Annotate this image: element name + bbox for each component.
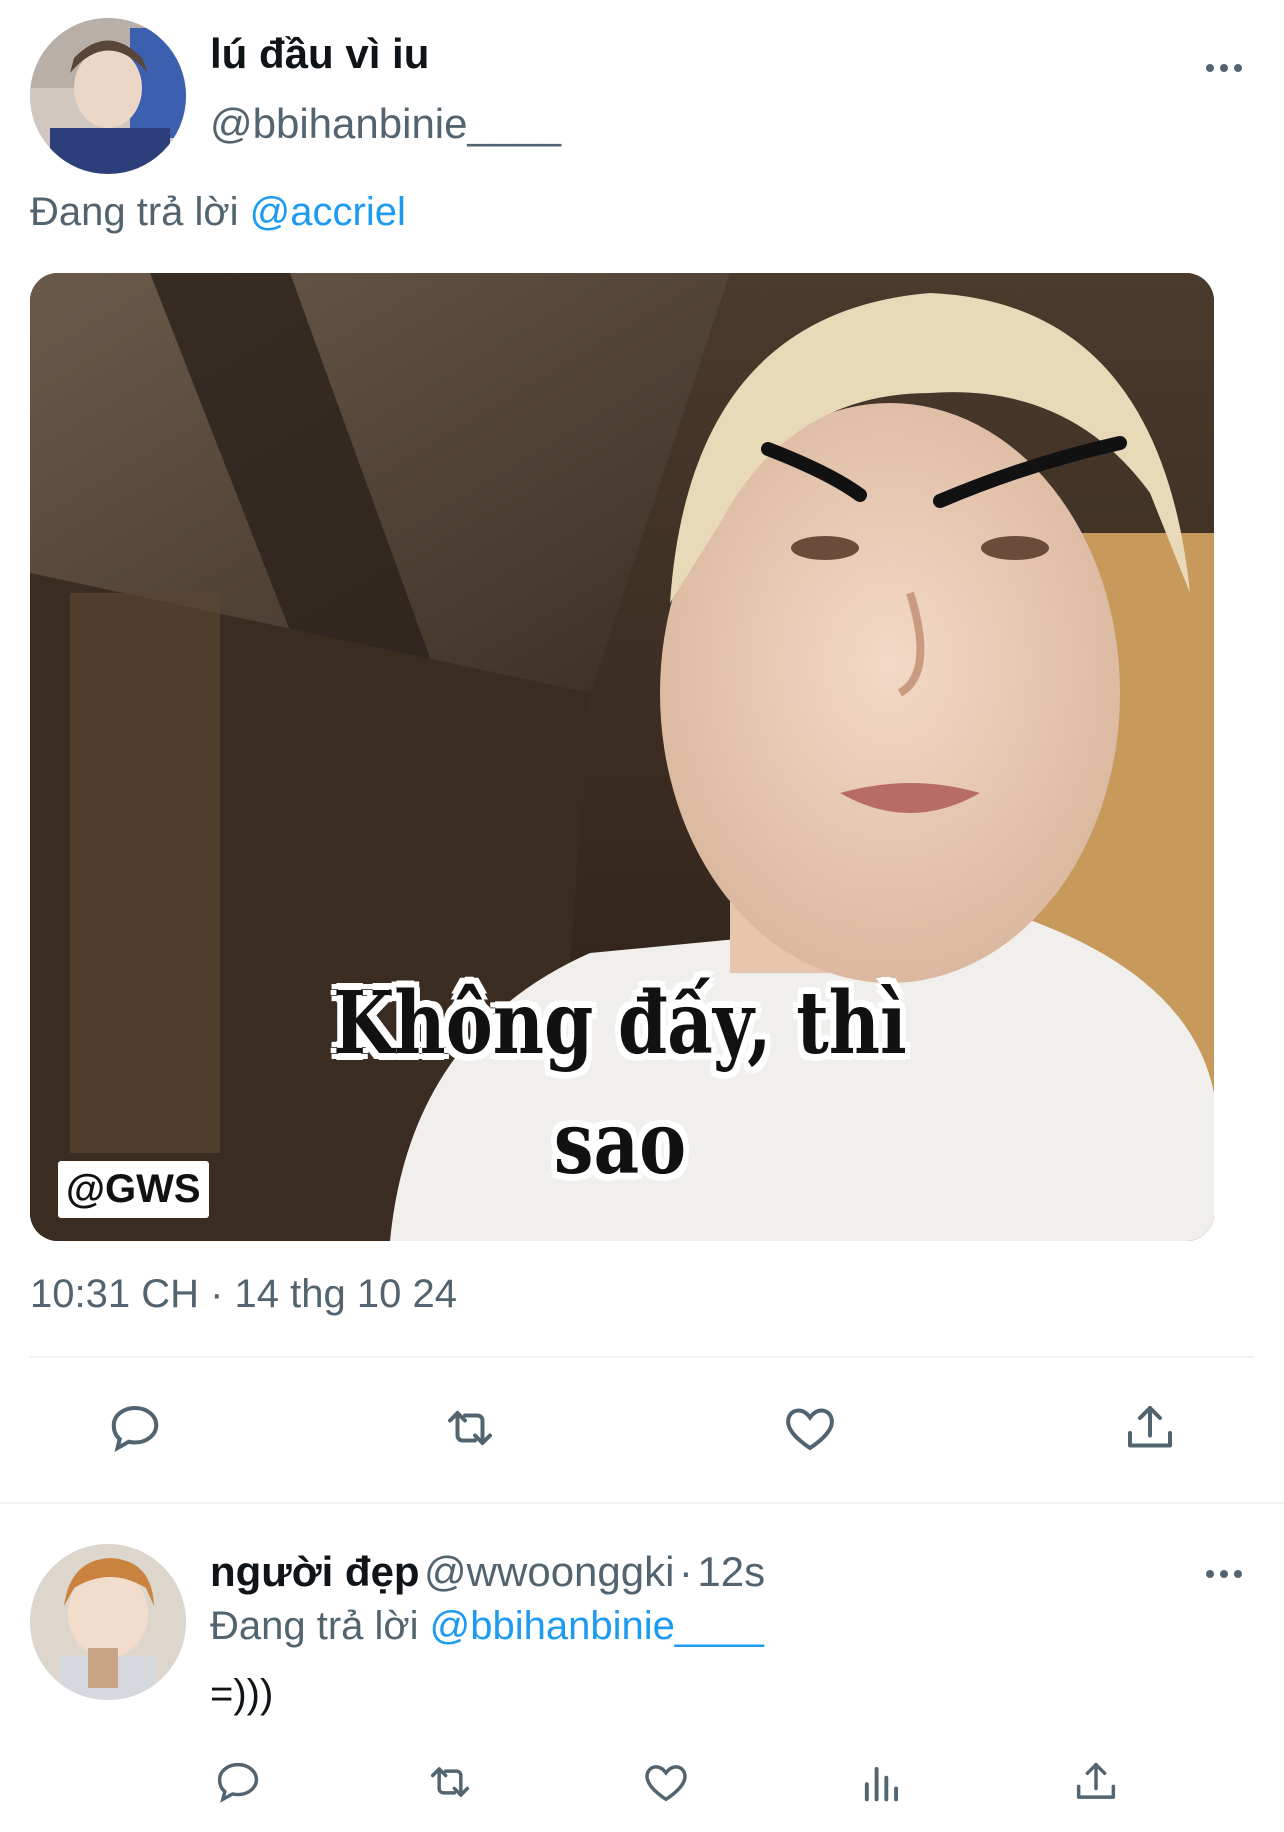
author-avatar[interactable]: [30, 18, 186, 174]
author-name[interactable]: lú đầu vì iu: [210, 30, 429, 78]
replying-prefix: Đang trả lời: [30, 190, 239, 234]
share-icon[interactable]: [1120, 1398, 1180, 1458]
retweet-icon[interactable]: [440, 1398, 500, 1458]
replying-to-mention[interactable]: @accriel: [250, 190, 406, 234]
retweet-icon[interactable]: [424, 1756, 476, 1808]
avatar-photo: [30, 1544, 186, 1700]
replying-to-line: Đang trả lời @accriel: [30, 190, 406, 235]
reply-time-separator: ·: [678, 1548, 693, 1595]
more-options-icon[interactable]: [1200, 56, 1248, 80]
views-icon[interactable]: [856, 1756, 908, 1808]
reply-replying-to-line: Đang trả lời @bbihanbinie____: [210, 1604, 764, 1649]
tweet-media-image[interactable]: Không đấy, thì sao @GWS: [30, 273, 1214, 1241]
meme-caption-line-2: sao: [553, 1093, 687, 1194]
meme-caption-line-1: Không đấy, thì: [333, 973, 907, 1074]
replying-to-mention[interactable]: @bbihanbinie____: [430, 1604, 764, 1648]
author-handle[interactable]: @bbihanbinie____: [210, 100, 561, 148]
reply-time[interactable]: 12s: [697, 1548, 765, 1595]
reply-icon[interactable]: [105, 1398, 165, 1458]
reply-author-avatar[interactable]: [30, 1544, 186, 1700]
tweet-timestamp[interactable]: 10:31 CH · 14 thg 10 24: [30, 1272, 457, 1317]
meme-watermark: @GWS: [58, 1161, 209, 1218]
reply-header: người đẹp @wwoonggki · 12s: [210, 1548, 765, 1596]
reply-author-handle[interactable]: @wwoonggki: [424, 1548, 674, 1595]
share-icon[interactable]: [1070, 1756, 1122, 1808]
divider: [0, 1502, 1284, 1504]
like-icon[interactable]: [780, 1398, 840, 1458]
replying-prefix: Đang trả lời: [210, 1604, 419, 1648]
reply-body-text: =))): [210, 1672, 274, 1716]
reply-author-name[interactable]: người đẹp: [210, 1548, 420, 1595]
reply-icon[interactable]: [212, 1756, 264, 1808]
more-options-icon[interactable]: [1200, 1562, 1248, 1586]
avatar-photo: [30, 18, 186, 174]
like-icon[interactable]: [640, 1756, 692, 1808]
divider: [30, 1356, 1254, 1358]
